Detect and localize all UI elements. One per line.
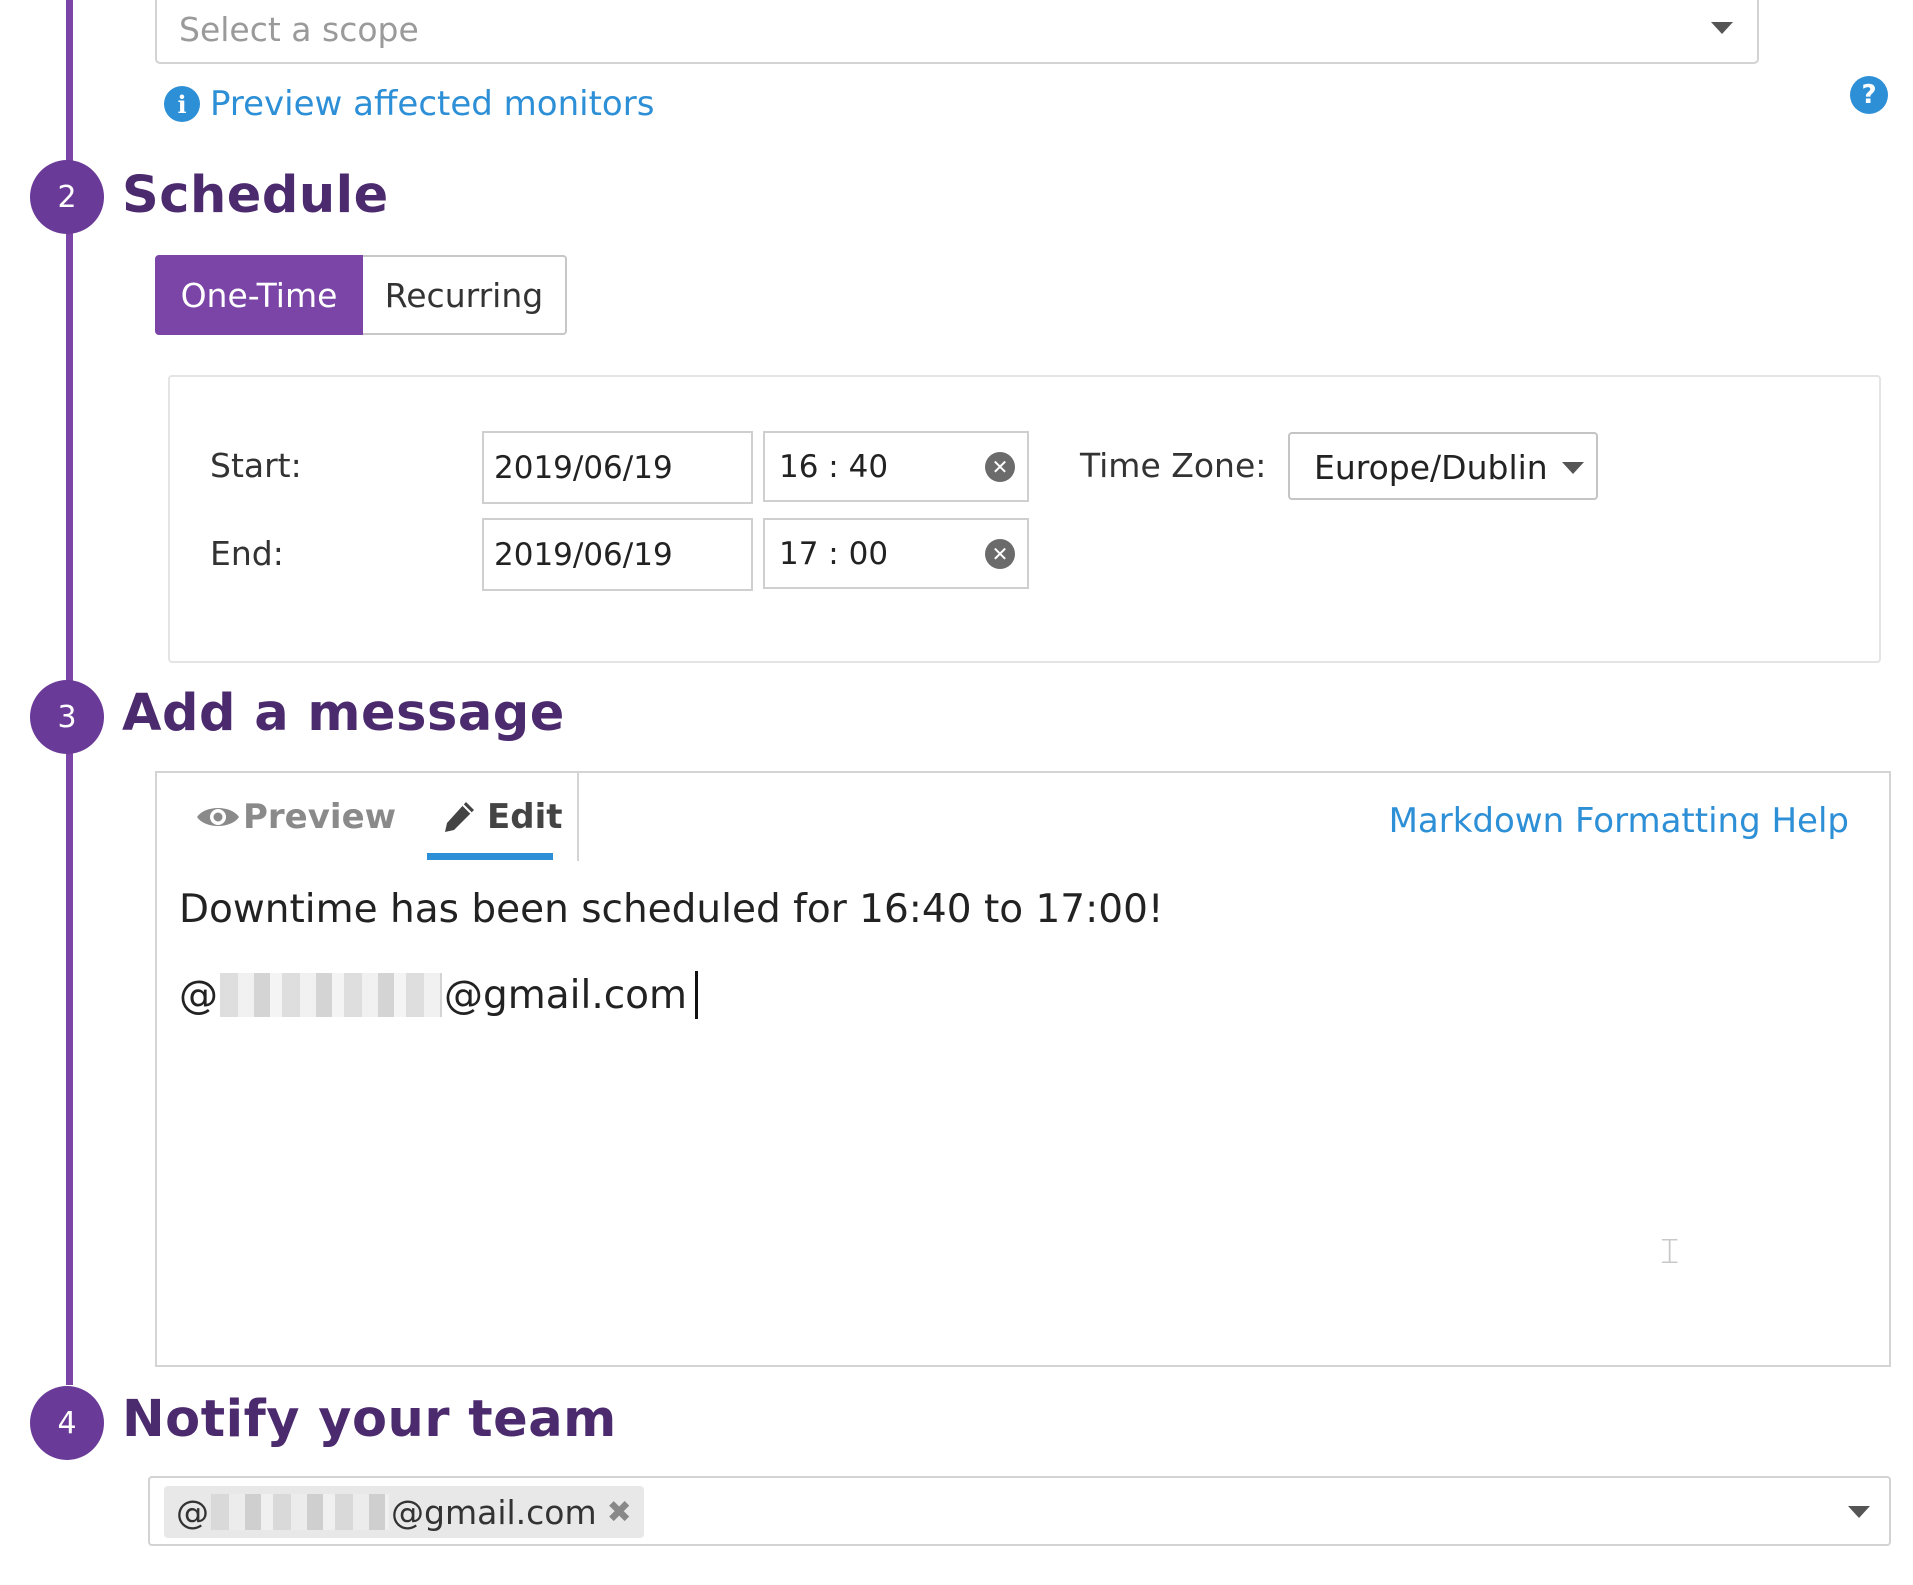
message-line-1: Downtime has been scheduled for 16:40 to… — [179, 887, 1164, 932]
step-badge-2: 2 — [30, 160, 104, 234]
timezone-value: Europe/Dublin — [1314, 448, 1548, 487]
message-textarea[interactable]: Downtime has been scheduled for 16:40 to… — [155, 861, 1891, 1367]
start-date-input[interactable]: 2019/06/19 — [482, 431, 753, 504]
markdown-formatting-help-link[interactable]: Markdown Formatting Help — [1389, 801, 1849, 841]
chip-prefix: @ — [176, 1492, 209, 1532]
info-icon: i — [164, 86, 200, 122]
remove-recipient-icon[interactable]: ✖ — [607, 1495, 632, 1530]
start-time-value: 16 : 40 — [779, 448, 889, 485]
one-time-button[interactable]: One-Time — [155, 255, 363, 335]
schedule-mode-toggle: One-Time Recurring — [155, 255, 567, 335]
pencil-icon — [445, 802, 474, 832]
redacted-text — [211, 1494, 389, 1530]
tab-edit-label: Edit — [487, 797, 563, 837]
redacted-text — [220, 973, 442, 1017]
step-title-schedule: Schedule — [122, 166, 389, 225]
message-line-2: @ @gmail.com — [179, 971, 699, 1019]
chevron-down-icon[interactable] — [1848, 1506, 1870, 1518]
tab-preview[interactable]: Preview — [195, 797, 396, 837]
end-date-input[interactable]: 2019/06/19 — [482, 518, 753, 591]
help-icon[interactable]: ? — [1850, 76, 1888, 114]
clear-end-time-icon[interactable]: ✕ — [985, 538, 1015, 569]
start-date-value: 2019/06/19 — [494, 449, 673, 486]
eye-icon — [197, 808, 239, 826]
scope-select[interactable]: Select a scope — [155, 0, 1759, 64]
step-title-add-message: Add a message — [122, 684, 565, 743]
chip-suffix: @gmail.com — [391, 1492, 597, 1532]
start-time-input[interactable]: 16 : 40 ✕ — [763, 431, 1029, 502]
preview-link-label: Preview affected monitors — [210, 84, 655, 124]
preview-affected-monitors-link[interactable]: i Preview affected monitors — [164, 84, 654, 124]
mention-prefix: @ — [179, 972, 218, 1018]
start-label: Start: — [210, 446, 302, 485]
message-line-1-text: Downtime has been scheduled for 16:40 to… — [179, 887, 1164, 932]
notify-recipients-select[interactable]: @ @gmail.com ✖ — [148, 1476, 1891, 1546]
ibeam-cursor-icon: 𝙸 — [1657, 1231, 1683, 1272]
tab-preview-label: Preview — [243, 797, 397, 837]
step-badge-3: 3 — [30, 680, 104, 754]
recipient-chip: @ @gmail.com ✖ — [164, 1486, 644, 1538]
recurring-button[interactable]: Recurring — [363, 255, 567, 335]
step-badge-4: 4 — [30, 1386, 104, 1460]
chevron-down-icon — [1562, 462, 1584, 474]
active-tab-indicator — [427, 853, 553, 860]
tab-divider — [577, 773, 579, 863]
end-label: End: — [210, 534, 284, 573]
tab-edit[interactable]: Edit — [441, 797, 562, 837]
text-cursor — [695, 971, 699, 1019]
end-date-value: 2019/06/19 — [494, 536, 673, 573]
chevron-down-icon — [1711, 22, 1733, 34]
clear-start-time-icon[interactable]: ✕ — [985, 451, 1015, 482]
message-editor-tabs: Preview Edit Markdown Formatting Help — [155, 771, 1891, 863]
end-time-input[interactable]: 17 : 00 ✕ — [763, 518, 1029, 589]
scope-placeholder: Select a scope — [179, 10, 419, 49]
timezone-label: Time Zone: — [1080, 446, 1267, 485]
step-title-notify-team: Notify your team — [122, 1390, 617, 1449]
mention-suffix: @gmail.com — [444, 972, 688, 1018]
timezone-select[interactable]: Europe/Dublin — [1288, 432, 1598, 500]
end-time-value: 17 : 00 — [779, 535, 889, 572]
